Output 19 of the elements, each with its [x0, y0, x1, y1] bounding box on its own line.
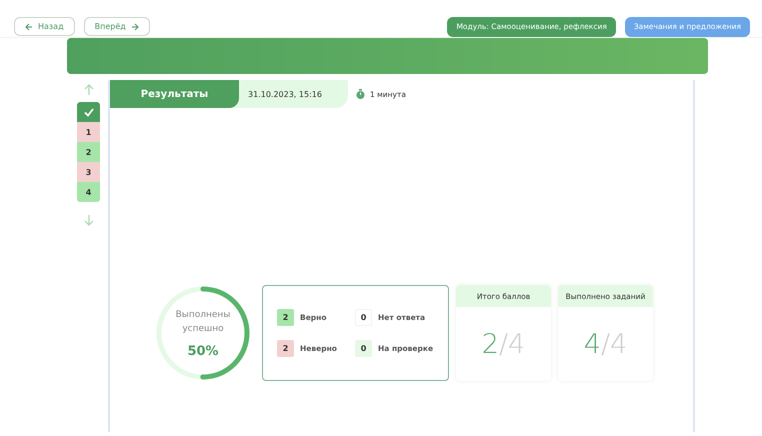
- arrow-down-icon[interactable]: [82, 214, 94, 226]
- count-badge: 0: [355, 340, 372, 357]
- results-title: Результаты: [110, 80, 239, 108]
- stopwatch-icon: [356, 89, 365, 99]
- arrow-left-icon: [25, 22, 33, 30]
- progress-percent: 50%: [187, 344, 219, 358]
- arrow-up-icon[interactable]: [82, 84, 94, 96]
- count-badge: 2: [277, 340, 294, 357]
- date-label: 31.10.2023, 15:16: [229, 80, 348, 108]
- task-tab[interactable]: 1: [77, 122, 100, 142]
- arrow-right-icon: [130, 22, 139, 30]
- progress-caption: Выполнены успешно: [174, 308, 232, 336]
- task-tab[interactable]: 3: [77, 162, 100, 182]
- results-tab[interactable]: [77, 102, 100, 122]
- task-tab[interactable]: 4: [77, 182, 100, 202]
- count-badge: 2: [277, 309, 294, 326]
- check-icon: [84, 108, 94, 116]
- count-badge: 0: [355, 309, 372, 326]
- task-tab[interactable]: 2: [77, 142, 100, 162]
